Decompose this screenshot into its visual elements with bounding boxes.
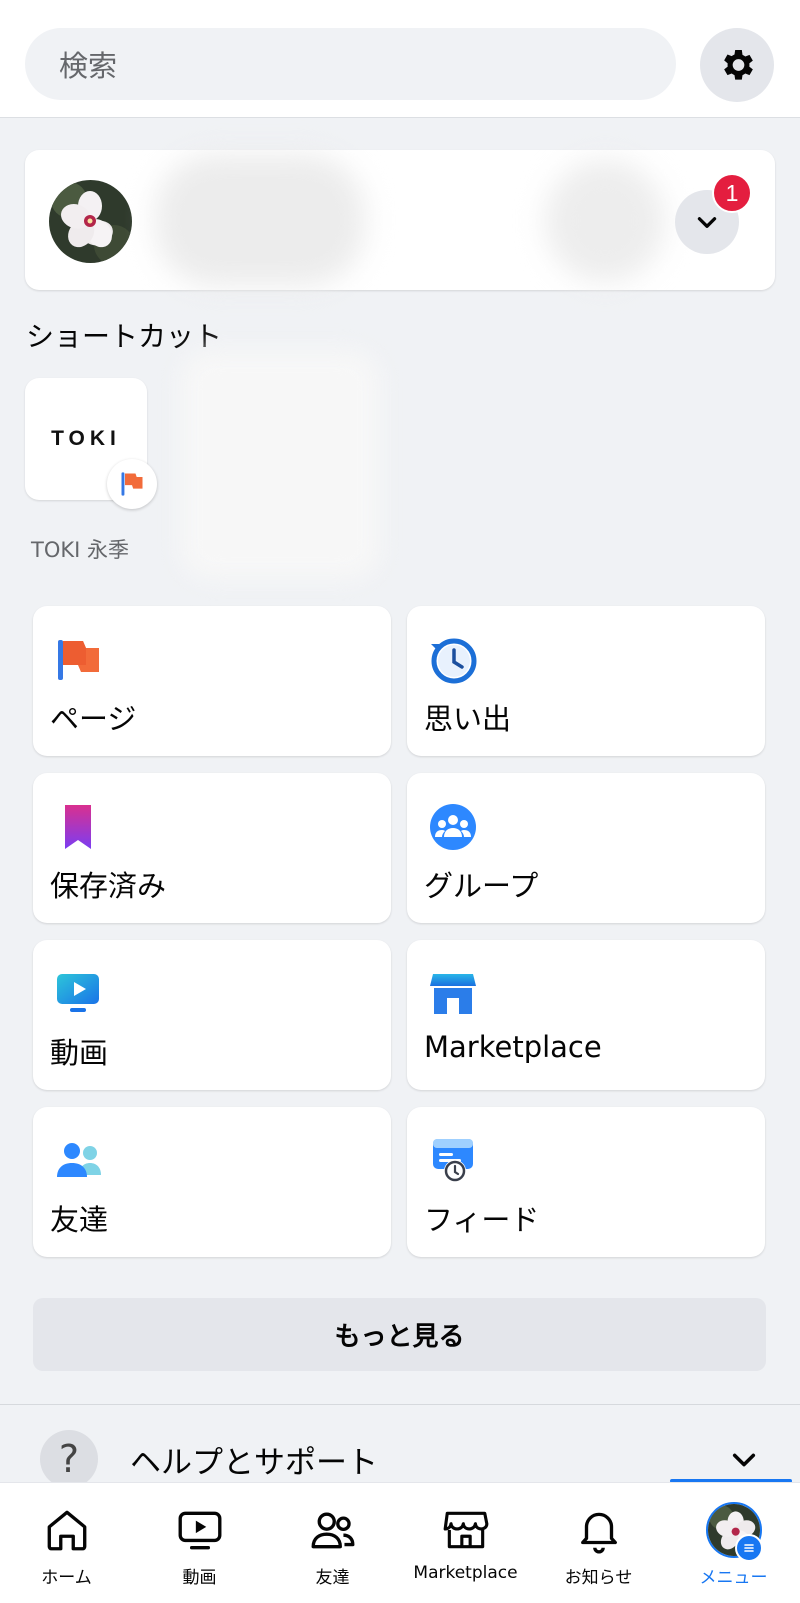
menu-card-label: 動画 <box>50 1036 109 1070</box>
menu-card-pages[interactable]: ページ <box>33 606 391 756</box>
nav-friends[interactable]: 友達 <box>266 1483 399 1603</box>
groups-icon <box>430 804 476 850</box>
nav-video[interactable]: 動画 <box>133 1483 266 1603</box>
menu-card-label: 思い出 <box>424 702 512 736</box>
flag-icon <box>121 472 143 496</box>
bookmark-icon <box>65 805 91 849</box>
nav-label: メニュー <box>699 1568 768 1588</box>
divider <box>0 1404 800 1405</box>
question-icon: ? <box>40 1430 98 1488</box>
menu-card-label: ページ <box>50 702 137 736</box>
video-icon <box>57 974 99 1012</box>
page-flag-badge <box>107 459 157 509</box>
feed-icon <box>433 1139 473 1182</box>
hamburger-icon <box>744 1544 754 1552</box>
menu-card-friends[interactable]: 友達 <box>33 1107 391 1257</box>
marketplace-icon <box>443 1511 488 1549</box>
nav-label: Marketplace <box>413 1563 518 1583</box>
nav-label: 動画 <box>182 1568 217 1588</box>
chevron-down-icon <box>697 217 717 228</box>
blurred-shortcut <box>180 350 380 580</box>
marketplace-icon <box>430 974 476 1014</box>
search-placeholder: 検索 <box>59 49 118 83</box>
menu-card-marketplace[interactable]: Marketplace <box>407 940 765 1090</box>
menu-card-saved[interactable]: 保存済み <box>33 773 391 923</box>
help-support-row[interactable]: ヘルプとサポート <box>130 1437 378 1482</box>
menu-card-memories[interactable]: 思い出 <box>407 606 765 756</box>
notification-badge: 1 <box>712 173 752 213</box>
friends-icon <box>57 1143 101 1177</box>
menu-card-label: グループ <box>424 869 539 903</box>
nav-home[interactable]: ホーム <box>0 1483 133 1603</box>
nav-notifications[interactable]: お知らせ <box>532 1483 665 1603</box>
home-icon <box>47 1510 86 1551</box>
memories-clock-icon <box>431 638 477 684</box>
friends-icon <box>311 1512 354 1549</box>
profile-card[interactable]: 1 <box>25 150 775 290</box>
flower-avatar-image <box>49 180 132 263</box>
nav-marketplace[interactable]: Marketplace <box>399 1483 532 1603</box>
gear-icon <box>724 50 753 80</box>
video-icon <box>178 1511 221 1550</box>
see-more-button[interactable]: もっと見る <box>33 1298 766 1371</box>
menu-icon <box>735 1534 763 1562</box>
nav-menu[interactable]: メニュー <box>667 1483 800 1603</box>
bell-icon <box>580 1512 617 1554</box>
menu-card-label: 友達 <box>50 1203 109 1237</box>
menu-card-label: フィード <box>424 1203 540 1237</box>
menu-card-label: Marketplace <box>424 1030 602 1064</box>
bottom-nav: ホーム 動画 友達 Marketplace お知らせ メニュー <box>0 1482 800 1603</box>
blurred-profile-image <box>545 160 665 282</box>
menu-card-label: 保存済み <box>50 869 167 903</box>
menu-card-groups[interactable]: グループ <box>407 773 765 923</box>
see-more-label: もっと見る <box>334 1322 465 1352</box>
blurred-name <box>155 154 365 286</box>
header: 検索 <box>0 0 800 118</box>
nav-label: お知らせ <box>564 1568 633 1588</box>
flag-icon <box>58 640 99 680</box>
nav-label: ホーム <box>41 1568 92 1588</box>
nav-label: 友達 <box>315 1568 350 1588</box>
menu-card-video[interactable]: 動画 <box>33 940 391 1090</box>
avatar[interactable] <box>49 180 132 263</box>
search-input[interactable]: 検索 <box>25 28 676 100</box>
menu-card-feed[interactable]: フィード <box>407 1107 765 1257</box>
shortcuts-title: ショートカット <box>26 320 223 353</box>
toki-logo: TOKI <box>51 427 121 450</box>
chevron-down-icon[interactable] <box>730 1446 758 1474</box>
shortcut-label: TOKI 永季 <box>31 538 129 562</box>
settings-button[interactable] <box>700 28 774 102</box>
